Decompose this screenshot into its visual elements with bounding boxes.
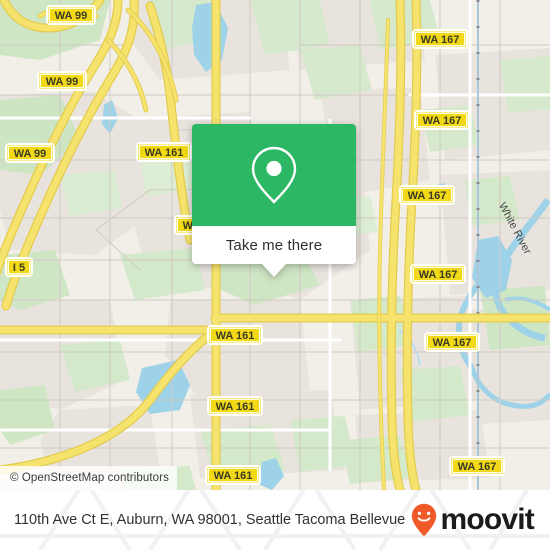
highway-shield-label: WA 161 [216,401,255,413]
address-label: 110th Ave Ct E, Auburn, WA 98001, Seattl… [14,511,405,530]
highway-shield-label: WA 167 [433,337,472,349]
highway-shield: WA 167 [449,456,505,476]
highway-shield: WA 99 [5,143,55,163]
highway-shield: WA 167 [414,110,470,130]
moovit-wordmark: moovit [440,503,534,536]
highway-shield: WA 161 [205,465,261,485]
location-popup[interactable]: Take me there [192,124,356,277]
popup-pointer-tail [262,264,286,277]
address-line-2: Bellevue [349,511,406,528]
highway-shield: WA 161 [207,325,263,345]
highway-shield-label: WA 161 [145,147,184,159]
highway-shield: WA 167 [410,264,466,284]
address-line-1: 110th Ave Ct E, Auburn, WA 98001, Seattl… [14,511,346,528]
popup-header [192,124,356,226]
popup-action-bar[interactable]: Take me there [192,226,356,264]
highway-shield-label: WA 167 [419,269,458,281]
highway-shield: I 5 [5,257,33,277]
moovit-logo[interactable]: moovit [411,503,535,537]
highway-shield: WA 99 [37,71,87,91]
highway-shield: WA 161 [207,396,263,416]
map-screenshot-page: White River WA 99WA 99WA 161WA 161I 5WA … [0,0,550,550]
map-pin-icon [251,146,297,204]
highway-shield: WA 167 [412,29,468,49]
moovit-pin-icon [412,503,437,537]
highway-shield: WA 99 [46,5,96,25]
highway-shield-label: WA 167 [458,461,497,473]
highway-shield-label: WA 167 [408,190,447,202]
highway-shield-label: WA 167 [423,115,462,127]
osm-attribution-text: © OpenStreetMap contributors [10,472,169,484]
highway-shield-label: WA 161 [216,330,255,342]
highway-shield: WA 167 [399,185,455,205]
highway-shield-label: WA 167 [421,34,460,46]
highway-shield-label: WA 99 [55,10,88,22]
take-me-there-label: Take me there [225,236,323,254]
osm-attribution: © OpenStreetMap contributors [0,466,177,490]
highway-shield-label: WA 99 [46,76,79,88]
highway-shield: WA 161 [136,142,192,162]
footer-bar: 110th Ave Ct E, Auburn, WA 98001, Seattl… [0,490,550,550]
highway-shield: WA 167 [424,332,480,352]
highway-shield-label: I 5 [13,262,25,274]
highway-shield-label: WA 161 [214,470,253,482]
highway-shield-label: WA 99 [14,148,47,160]
